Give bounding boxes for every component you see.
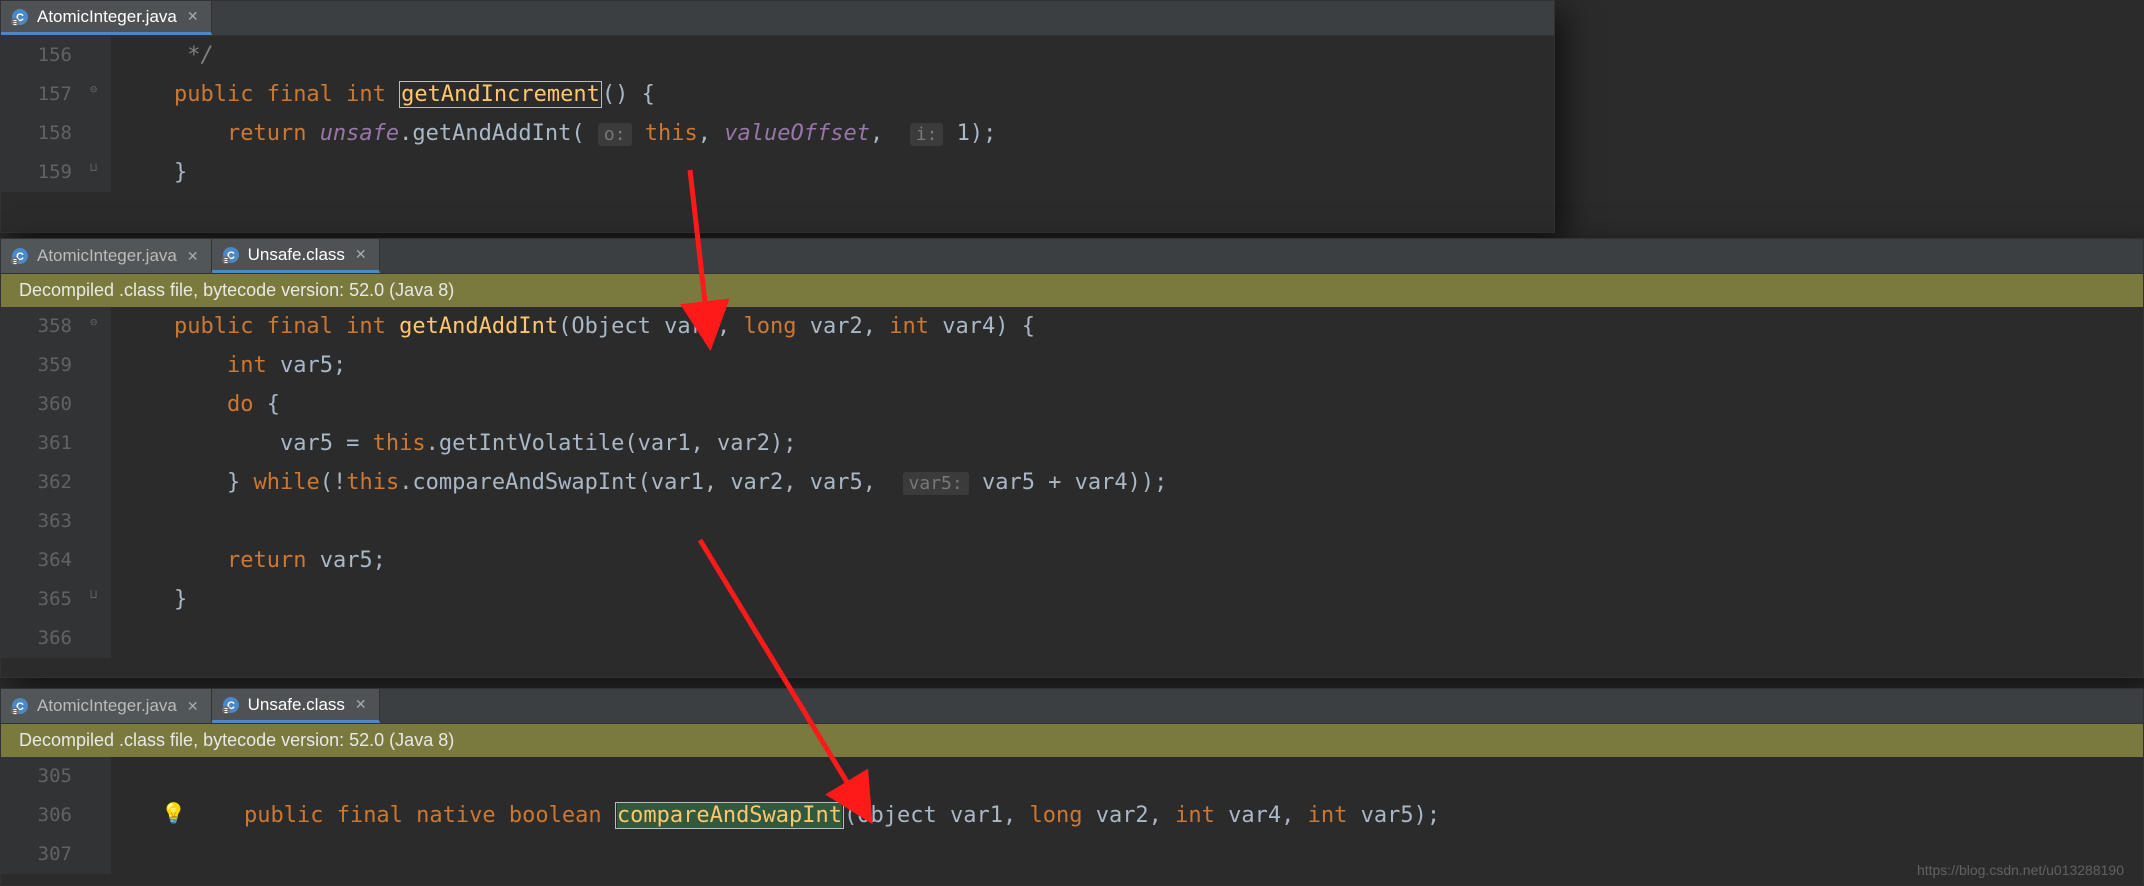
class-file-icon: C: [11, 697, 29, 715]
class-file-icon: C: [11, 8, 29, 26]
code-line[interactable]: public final int getAndAddInt(Object var…: [121, 307, 2143, 346]
intention-bulb-icon[interactable]: 💡: [161, 801, 186, 825]
code-line[interactable]: [191, 835, 2143, 874]
code-line[interactable]: [191, 757, 2143, 796]
code-line[interactable]: var5 = this.getIntVolatile(var1, var2);: [121, 424, 2143, 463]
editor-pane-1: C AtomicInteger.java ✕ 156157158159 ⊖ ⊔ */…: [0, 0, 1555, 233]
code-line[interactable]: public final native boolean compareAndSw…: [191, 796, 2143, 835]
fold-column[interactable]: [86, 757, 111, 874]
fold-column[interactable]: ⊖ ⊔: [86, 307, 111, 658]
line-number-gutter: 156157158159: [1, 36, 86, 192]
line-number: 360: [1, 385, 72, 424]
code-editor[interactable]: 156157158159 ⊖ ⊔ */ public final int get…: [1, 36, 1554, 192]
code-line[interactable]: [121, 619, 2143, 658]
line-number: 359: [1, 346, 72, 385]
class-file-icon: C: [11, 247, 29, 265]
line-number-gutter: 358359360361362363364365366: [1, 307, 86, 658]
editor-tab[interactable]: C Unsafe.class ✕: [212, 689, 380, 723]
code-editor[interactable]: 358359360361362363364365366 ⊖ ⊔ public f…: [1, 307, 2143, 658]
code-area[interactable]: */ public final int getAndIncrement() { …: [111, 36, 1554, 192]
code-line[interactable]: }: [121, 153, 1554, 192]
tab-bar: C AtomicInteger.java ✕ C Unsafe.class ✕: [1, 239, 2143, 274]
line-number: 307: [1, 835, 72, 874]
line-number: 358: [1, 307, 72, 346]
close-icon[interactable]: ✕: [353, 696, 369, 713]
code-area[interactable]: public final int getAndAddInt(Object var…: [111, 307, 2143, 658]
decompiled-banner: Decompiled .class file, bytecode version…: [1, 724, 2143, 757]
code-line[interactable]: */: [121, 36, 1554, 75]
editor-pane-3: C AtomicInteger.java ✕ C Unsafe.class ✕ Decom…: [0, 688, 2144, 886]
tab-label: AtomicInteger.java: [37, 7, 177, 27]
line-number: 306: [1, 796, 72, 835]
line-number: 362: [1, 463, 72, 502]
close-icon[interactable]: ✕: [185, 248, 201, 265]
code-line[interactable]: [121, 502, 2143, 541]
tab-label: AtomicInteger.java: [37, 246, 177, 266]
code-line[interactable]: int var5;: [121, 346, 2143, 385]
close-icon[interactable]: ✕: [185, 698, 201, 715]
class-file-icon: C: [222, 696, 240, 714]
tab-bar: C AtomicInteger.java ✕: [1, 1, 1554, 36]
code-editor[interactable]: 305306307 💡 public final native boolean …: [1, 757, 2143, 874]
decompiled-banner: Decompiled .class file, bytecode version…: [1, 274, 2143, 307]
tab-label: Unsafe.class: [248, 695, 345, 715]
line-number: 366: [1, 619, 72, 658]
tab-label: Unsafe.class: [248, 245, 345, 265]
editor-pane-2: C AtomicInteger.java ✕ C Unsafe.class ✕ Decom…: [0, 238, 2144, 678]
code-area[interactable]: public final native boolean compareAndSw…: [111, 757, 2143, 874]
close-icon[interactable]: ✕: [353, 246, 369, 263]
class-file-icon: C: [222, 246, 240, 264]
code-line[interactable]: do {: [121, 385, 2143, 424]
editor-tab[interactable]: C AtomicInteger.java ✕: [1, 1, 212, 35]
code-line[interactable]: return unsafe.getAndAddInt( o: this, val…: [121, 114, 1554, 153]
line-number: 361: [1, 424, 72, 463]
line-number: 364: [1, 541, 72, 580]
line-number: 365: [1, 580, 72, 619]
fold-marker-icon[interactable]: ⊔: [90, 587, 104, 601]
editor-tab[interactable]: C Unsafe.class ✕: [212, 239, 380, 273]
line-number: 305: [1, 757, 72, 796]
tab-label: AtomicInteger.java: [37, 696, 177, 716]
tab-bar: C AtomicInteger.java ✕ C Unsafe.class ✕: [1, 689, 2143, 724]
code-line[interactable]: return var5;: [121, 541, 2143, 580]
code-line[interactable]: public final int getAndIncrement() {: [121, 75, 1554, 114]
fold-marker-icon[interactable]: ⊖: [90, 315, 104, 329]
code-line[interactable]: }: [121, 580, 2143, 619]
line-number: 159: [1, 153, 72, 192]
fold-marker-icon[interactable]: ⊔: [90, 160, 104, 174]
line-number: 158: [1, 114, 72, 153]
fold-column[interactable]: ⊖ ⊔: [86, 36, 111, 192]
line-number: 363: [1, 502, 72, 541]
line-number: 157: [1, 75, 72, 114]
close-icon[interactable]: ✕: [185, 8, 201, 25]
line-number: 156: [1, 36, 72, 75]
watermark: https://blog.csdn.net/u013288190: [1917, 862, 2124, 878]
code-line[interactable]: } while(!this.compareAndSwapInt(var1, va…: [121, 463, 2143, 502]
editor-tab[interactable]: C AtomicInteger.java ✕: [1, 689, 212, 723]
fold-marker-icon[interactable]: ⊖: [90, 82, 104, 96]
line-number-gutter: 305306307: [1, 757, 86, 874]
editor-tab[interactable]: C AtomicInteger.java ✕: [1, 239, 212, 273]
